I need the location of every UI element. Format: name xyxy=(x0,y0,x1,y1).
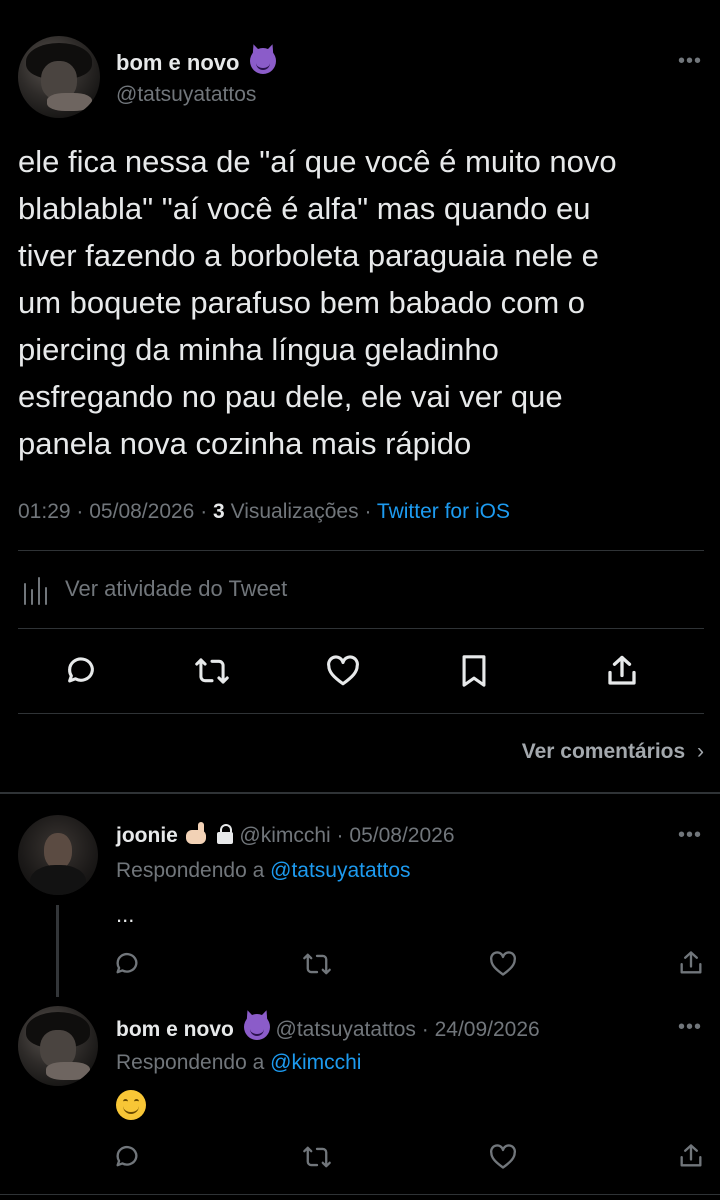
separator: · xyxy=(336,824,344,847)
display-name[interactable]: bom e novo xyxy=(116,1018,234,1041)
smiling-devil-emoji-icon xyxy=(249,48,276,74)
avatar[interactable] xyxy=(18,1006,98,1086)
replying-to-link[interactable]: @kimcchi xyxy=(270,1051,361,1074)
replying-prefix: Respondendo a xyxy=(116,859,265,882)
view-comments-button[interactable]: Ver comentários › xyxy=(522,740,704,764)
retweet-icon[interactable] xyxy=(302,1144,332,1170)
author-handle[interactable]: @tatsuyatattos xyxy=(116,83,256,107)
tweet-date: 05/08/2026 xyxy=(89,500,195,523)
separator: · xyxy=(364,500,372,523)
view-comments-label: Ver comentários xyxy=(521,740,686,763)
replying-to-link[interactable]: @tatsuyatattos xyxy=(270,859,410,882)
avatar[interactable] xyxy=(18,36,100,118)
source-link[interactable]: Twitter for iOS xyxy=(377,500,510,523)
reply-header: joonie @kimcchi · 05/08/2026 xyxy=(116,822,455,848)
author-name[interactable]: bom e novo xyxy=(116,48,276,76)
reply-icon[interactable] xyxy=(64,654,98,688)
share-icon[interactable] xyxy=(604,653,640,689)
divider xyxy=(18,713,704,714)
tweet-time: 01:29 xyxy=(18,500,71,523)
replying-prefix: Respondendo a xyxy=(116,1051,265,1074)
retweet-icon[interactable] xyxy=(302,951,332,977)
reply-text xyxy=(116,1090,146,1125)
lock-icon xyxy=(216,823,234,845)
hand-emoji-icon xyxy=(184,822,210,846)
replying-to: Respondendo a @tatsuyatattos xyxy=(116,859,411,883)
divider xyxy=(18,628,704,629)
separator: · xyxy=(421,1018,429,1041)
more-options-icon[interactable]: ••• xyxy=(678,1016,702,1039)
display-name[interactable]: bom e novo xyxy=(116,50,239,75)
reply-icon[interactable] xyxy=(113,950,141,978)
analytics-icon xyxy=(24,577,47,605)
more-options-icon[interactable]: ••• xyxy=(678,50,702,73)
reply-date[interactable]: 05/08/2026 xyxy=(349,824,454,847)
share-icon[interactable] xyxy=(677,1142,705,1170)
views-label: Visualizações xyxy=(230,500,359,523)
share-icon[interactable] xyxy=(677,949,705,977)
divider xyxy=(0,1194,720,1195)
like-icon[interactable] xyxy=(326,655,360,687)
more-options-icon[interactable]: ••• xyxy=(678,824,702,847)
separator: · xyxy=(76,500,84,523)
avatar[interactable] xyxy=(18,815,98,895)
reply-icon[interactable] xyxy=(113,1143,141,1171)
smiling-face-emoji-icon xyxy=(116,1090,146,1120)
reply-date[interactable]: 24/09/2026 xyxy=(435,1018,540,1041)
separator: · xyxy=(200,500,208,523)
smiling-devil-emoji-icon xyxy=(243,1014,270,1040)
bookmark-icon[interactable] xyxy=(458,654,490,688)
display-name[interactable]: joonie xyxy=(116,824,178,847)
reply-header: bom e novo @tatsuyatattos · 24/09/2026 xyxy=(116,1014,540,1042)
tweet-activity-label: Ver atividade do Tweet xyxy=(65,576,288,601)
chevron-right-icon: › xyxy=(697,740,704,763)
retweet-icon[interactable] xyxy=(194,655,230,687)
thread-line xyxy=(56,905,59,997)
reply-text: ... xyxy=(116,902,135,927)
author-handle[interactable]: @kimcchi xyxy=(239,824,330,847)
divider xyxy=(18,550,704,551)
like-icon[interactable] xyxy=(489,951,517,977)
section-divider xyxy=(0,792,720,794)
like-icon[interactable] xyxy=(489,1144,517,1170)
author-handle[interactable]: @tatsuyatattos xyxy=(276,1018,416,1041)
replying-to: Respondendo a @kimcchi xyxy=(116,1051,361,1075)
views-count: 3 xyxy=(213,500,225,523)
tweet-meta: 01:29 · 05/08/2026 · 3 Visualizações · T… xyxy=(18,500,510,524)
tweet-text: ele fica nessa de "aí que você é muito n… xyxy=(18,144,617,461)
